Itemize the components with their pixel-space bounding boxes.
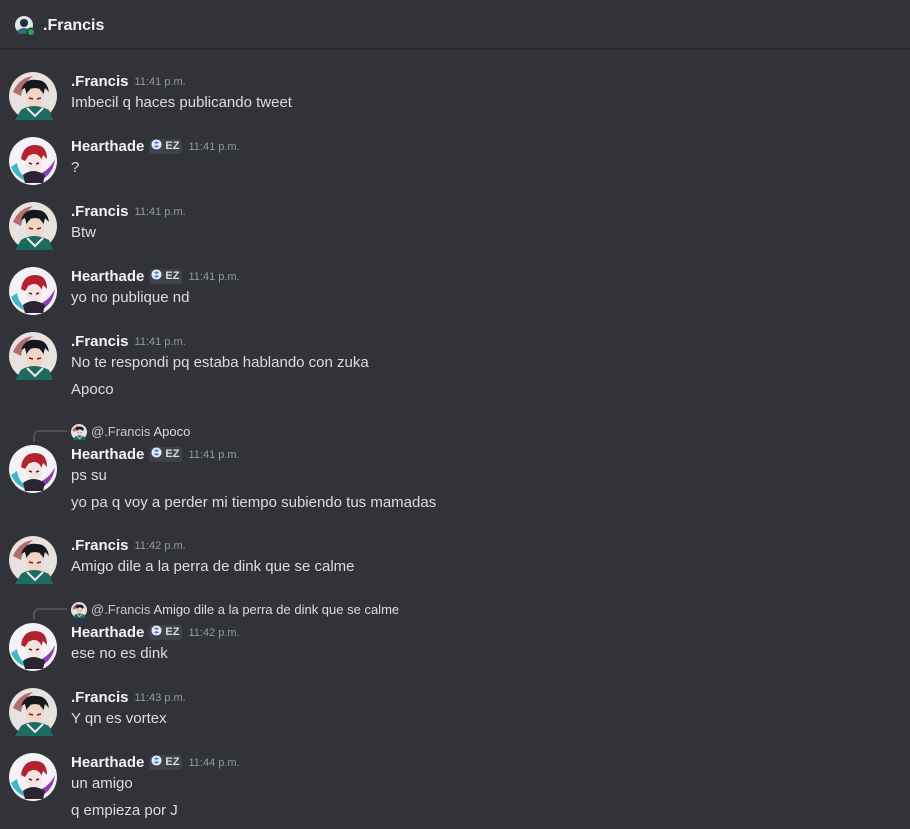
avatar[interactable]: [9, 202, 57, 250]
reply-text: @.Francis Apoco: [91, 423, 190, 441]
reply-avatar: [71, 424, 87, 440]
username[interactable]: .Francis: [71, 203, 129, 220]
message-header: Hearthade EZ 11:42 p.m.: [71, 623, 240, 643]
server-tag-icon: [151, 269, 162, 280]
message-text: ?: [71, 159, 80, 176]
dm-header: .Francis: [0, 0, 910, 49]
reply-avatar: [71, 602, 87, 618]
message-header: Hearthade EZ 11:44 p.m.: [71, 753, 240, 773]
timestamp: 11:42 p.m.: [188, 627, 240, 639]
avatar[interactable]: [9, 332, 57, 380]
reply-text: @.Francis Amigo dile a la perra de dink q…: [91, 601, 399, 619]
reply-author[interactable]: @.Francis: [91, 424, 150, 439]
server-tag-icon: [151, 625, 162, 636]
username[interactable]: Hearthade: [71, 624, 144, 641]
message-text: un amigo: [71, 775, 133, 792]
message-text: Y qn es vortex: [71, 710, 167, 727]
message-text: No te respondi pq estaba hablando con zu…: [71, 354, 369, 371]
username[interactable]: .Francis: [71, 689, 129, 706]
timestamp: 11:41 p.m.: [134, 206, 186, 218]
avatar[interactable]: [9, 623, 57, 671]
server-tag-icon: [151, 139, 162, 150]
message-text: q empieza por J: [71, 802, 178, 819]
avatar[interactable]: [9, 536, 57, 584]
message-header: Hearthade EZ 11:41 p.m.: [71, 445, 240, 465]
avatar[interactable]: [9, 72, 57, 120]
channel-title: .Francis: [43, 17, 105, 34]
reply-reference[interactable]: @.Francis Apoco: [0, 422, 910, 442]
user-avatar-icon[interactable]: [14, 15, 36, 37]
reply-spine: [33, 608, 67, 620]
timestamp: 11:42 p.m.: [134, 540, 186, 552]
timestamp: 11:44 p.m.: [188, 757, 240, 769]
avatar[interactable]: [9, 753, 57, 801]
server-tag-badge[interactable]: EZ: [149, 138, 183, 154]
username[interactable]: Hearthade: [71, 446, 144, 463]
message-header: .Francis 11:41 p.m.: [71, 72, 186, 92]
username[interactable]: Hearthade: [71, 268, 144, 285]
message-header: .Francis 11:42 p.m.: [71, 536, 186, 556]
reply-spine: [33, 430, 67, 442]
username[interactable]: .Francis: [71, 73, 129, 90]
avatar[interactable]: [9, 137, 57, 185]
message-header: .Francis 11:43 p.m.: [71, 688, 186, 708]
server-tag-icon: [151, 755, 162, 766]
message-text: Amigo dile a la perra de dink que se cal…: [71, 558, 355, 575]
username[interactable]: Hearthade: [71, 138, 144, 155]
username[interactable]: .Francis: [71, 537, 129, 554]
timestamp: 11:41 p.m.: [134, 76, 186, 88]
message-header: Hearthade EZ 11:41 p.m.: [71, 137, 240, 157]
timestamp: 11:43 p.m.: [134, 692, 186, 704]
server-tag-icon: [151, 447, 162, 458]
message-text: Apoco: [71, 381, 114, 398]
message-header: .Francis 11:41 p.m.: [71, 332, 186, 352]
timestamp: 11:41 p.m.: [134, 336, 186, 348]
avatar[interactable]: [9, 445, 57, 493]
reply-author[interactable]: @.Francis: [91, 602, 150, 617]
message-text: ese no es dink: [71, 645, 168, 662]
message-text: Btw: [71, 224, 97, 241]
message-text: ps su: [71, 467, 107, 484]
timestamp: 11:41 p.m.: [188, 271, 240, 283]
timestamp: 11:41 p.m.: [188, 141, 240, 153]
server-tag-badge[interactable]: EZ: [149, 268, 183, 284]
reply-reference[interactable]: @.Francis Amigo dile a la perra de dink q…: [0, 600, 910, 620]
server-tag-badge[interactable]: EZ: [149, 446, 183, 462]
avatar[interactable]: [9, 688, 57, 736]
message-header: Hearthade EZ 11:41 p.m.: [71, 267, 240, 287]
username[interactable]: Hearthade: [71, 754, 144, 771]
message-header: .Francis 11:41 p.m.: [71, 202, 186, 222]
reply-preview[interactable]: Amigo dile a la perra de dink que se cal…: [153, 602, 399, 617]
message-text: yo pa q voy a perder mi tiempo subiendo …: [71, 494, 437, 511]
avatar[interactable]: [9, 267, 57, 315]
server-tag-badge[interactable]: EZ: [149, 754, 183, 770]
timestamp: 11:41 p.m.: [188, 449, 240, 461]
reply-preview[interactable]: Apoco: [153, 424, 190, 439]
username[interactable]: .Francis: [71, 333, 129, 350]
message-text: Imbecil q haces publicando tweet: [71, 94, 292, 111]
server-tag-badge[interactable]: EZ: [149, 624, 183, 640]
message-text: yo no publique nd: [71, 289, 190, 306]
